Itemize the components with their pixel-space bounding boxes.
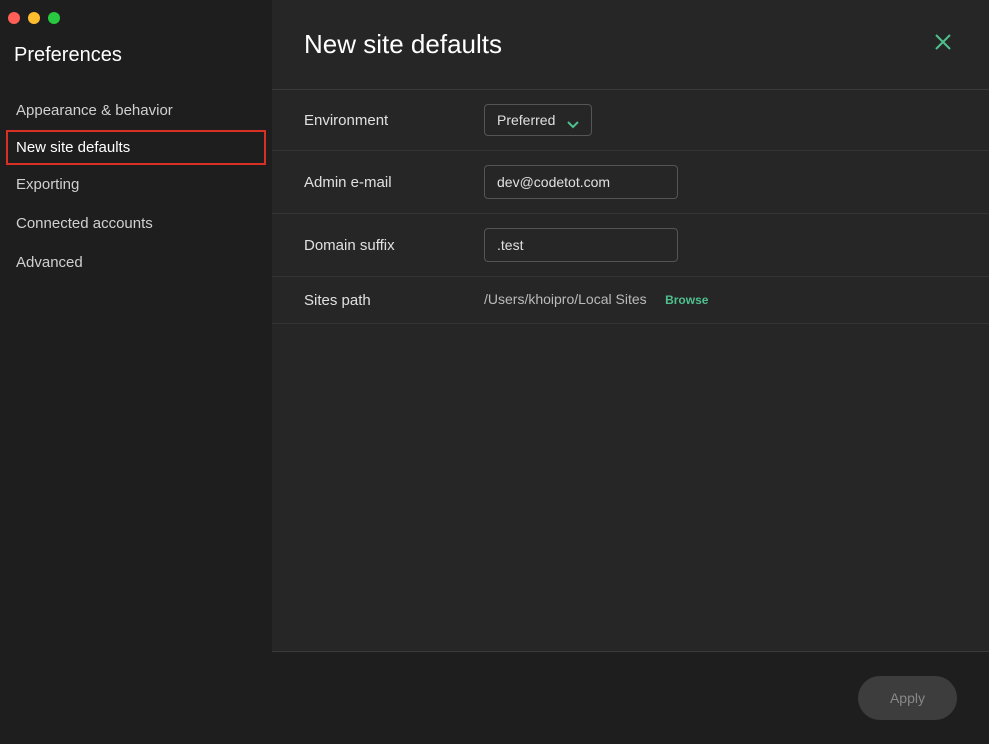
- apply-button[interactable]: Apply: [858, 676, 957, 720]
- sidebar-item-advanced[interactable]: Advanced: [0, 243, 272, 282]
- form-row-sites-path: Sites path /Users/khoipro/Local Sites Br…: [272, 277, 989, 324]
- main-panel: New site defaults Environment Preferred …: [272, 0, 989, 744]
- window-maximize-button[interactable]: [48, 12, 60, 24]
- domain-suffix-input[interactable]: [484, 228, 678, 262]
- sidebar-title: Preferences: [0, 40, 272, 91]
- form-row-environment: Environment Preferred: [272, 90, 989, 151]
- sidebar-item-exporting[interactable]: Exporting: [0, 165, 272, 204]
- chevron-down-icon: [567, 116, 579, 124]
- sites-path-value: /Users/khoipro/Local Sites: [484, 291, 647, 307]
- window-close-button[interactable]: [8, 12, 20, 24]
- environment-label: Environment: [304, 112, 484, 129]
- page-title: New site defaults: [304, 29, 502, 60]
- sidebar-item-new-site-defaults[interactable]: New site defaults: [6, 130, 266, 165]
- browse-link[interactable]: Browse: [665, 293, 708, 307]
- form-area: Environment Preferred Admin e-mail Domai…: [272, 90, 989, 651]
- close-button[interactable]: [929, 28, 957, 61]
- main-header: New site defaults: [272, 0, 989, 90]
- window-minimize-button[interactable]: [28, 12, 40, 24]
- sidebar-item-connected-accounts[interactable]: Connected accounts: [0, 204, 272, 243]
- environment-select[interactable]: Preferred: [484, 104, 592, 136]
- environment-value: Preferred: [497, 112, 555, 128]
- domain-suffix-label: Domain suffix: [304, 237, 484, 254]
- footer: Apply: [272, 651, 989, 744]
- admin-email-label: Admin e-mail: [304, 174, 484, 191]
- sidebar: Preferences Appearance & behavior New si…: [0, 0, 272, 744]
- admin-email-input[interactable]: [484, 165, 678, 199]
- form-row-admin-email: Admin e-mail: [272, 151, 989, 214]
- form-row-domain-suffix: Domain suffix: [272, 214, 989, 277]
- window-controls: [0, 10, 272, 40]
- sidebar-item-appearance[interactable]: Appearance & behavior: [0, 91, 272, 130]
- close-icon: [933, 32, 953, 52]
- sites-path-label: Sites path: [304, 292, 484, 309]
